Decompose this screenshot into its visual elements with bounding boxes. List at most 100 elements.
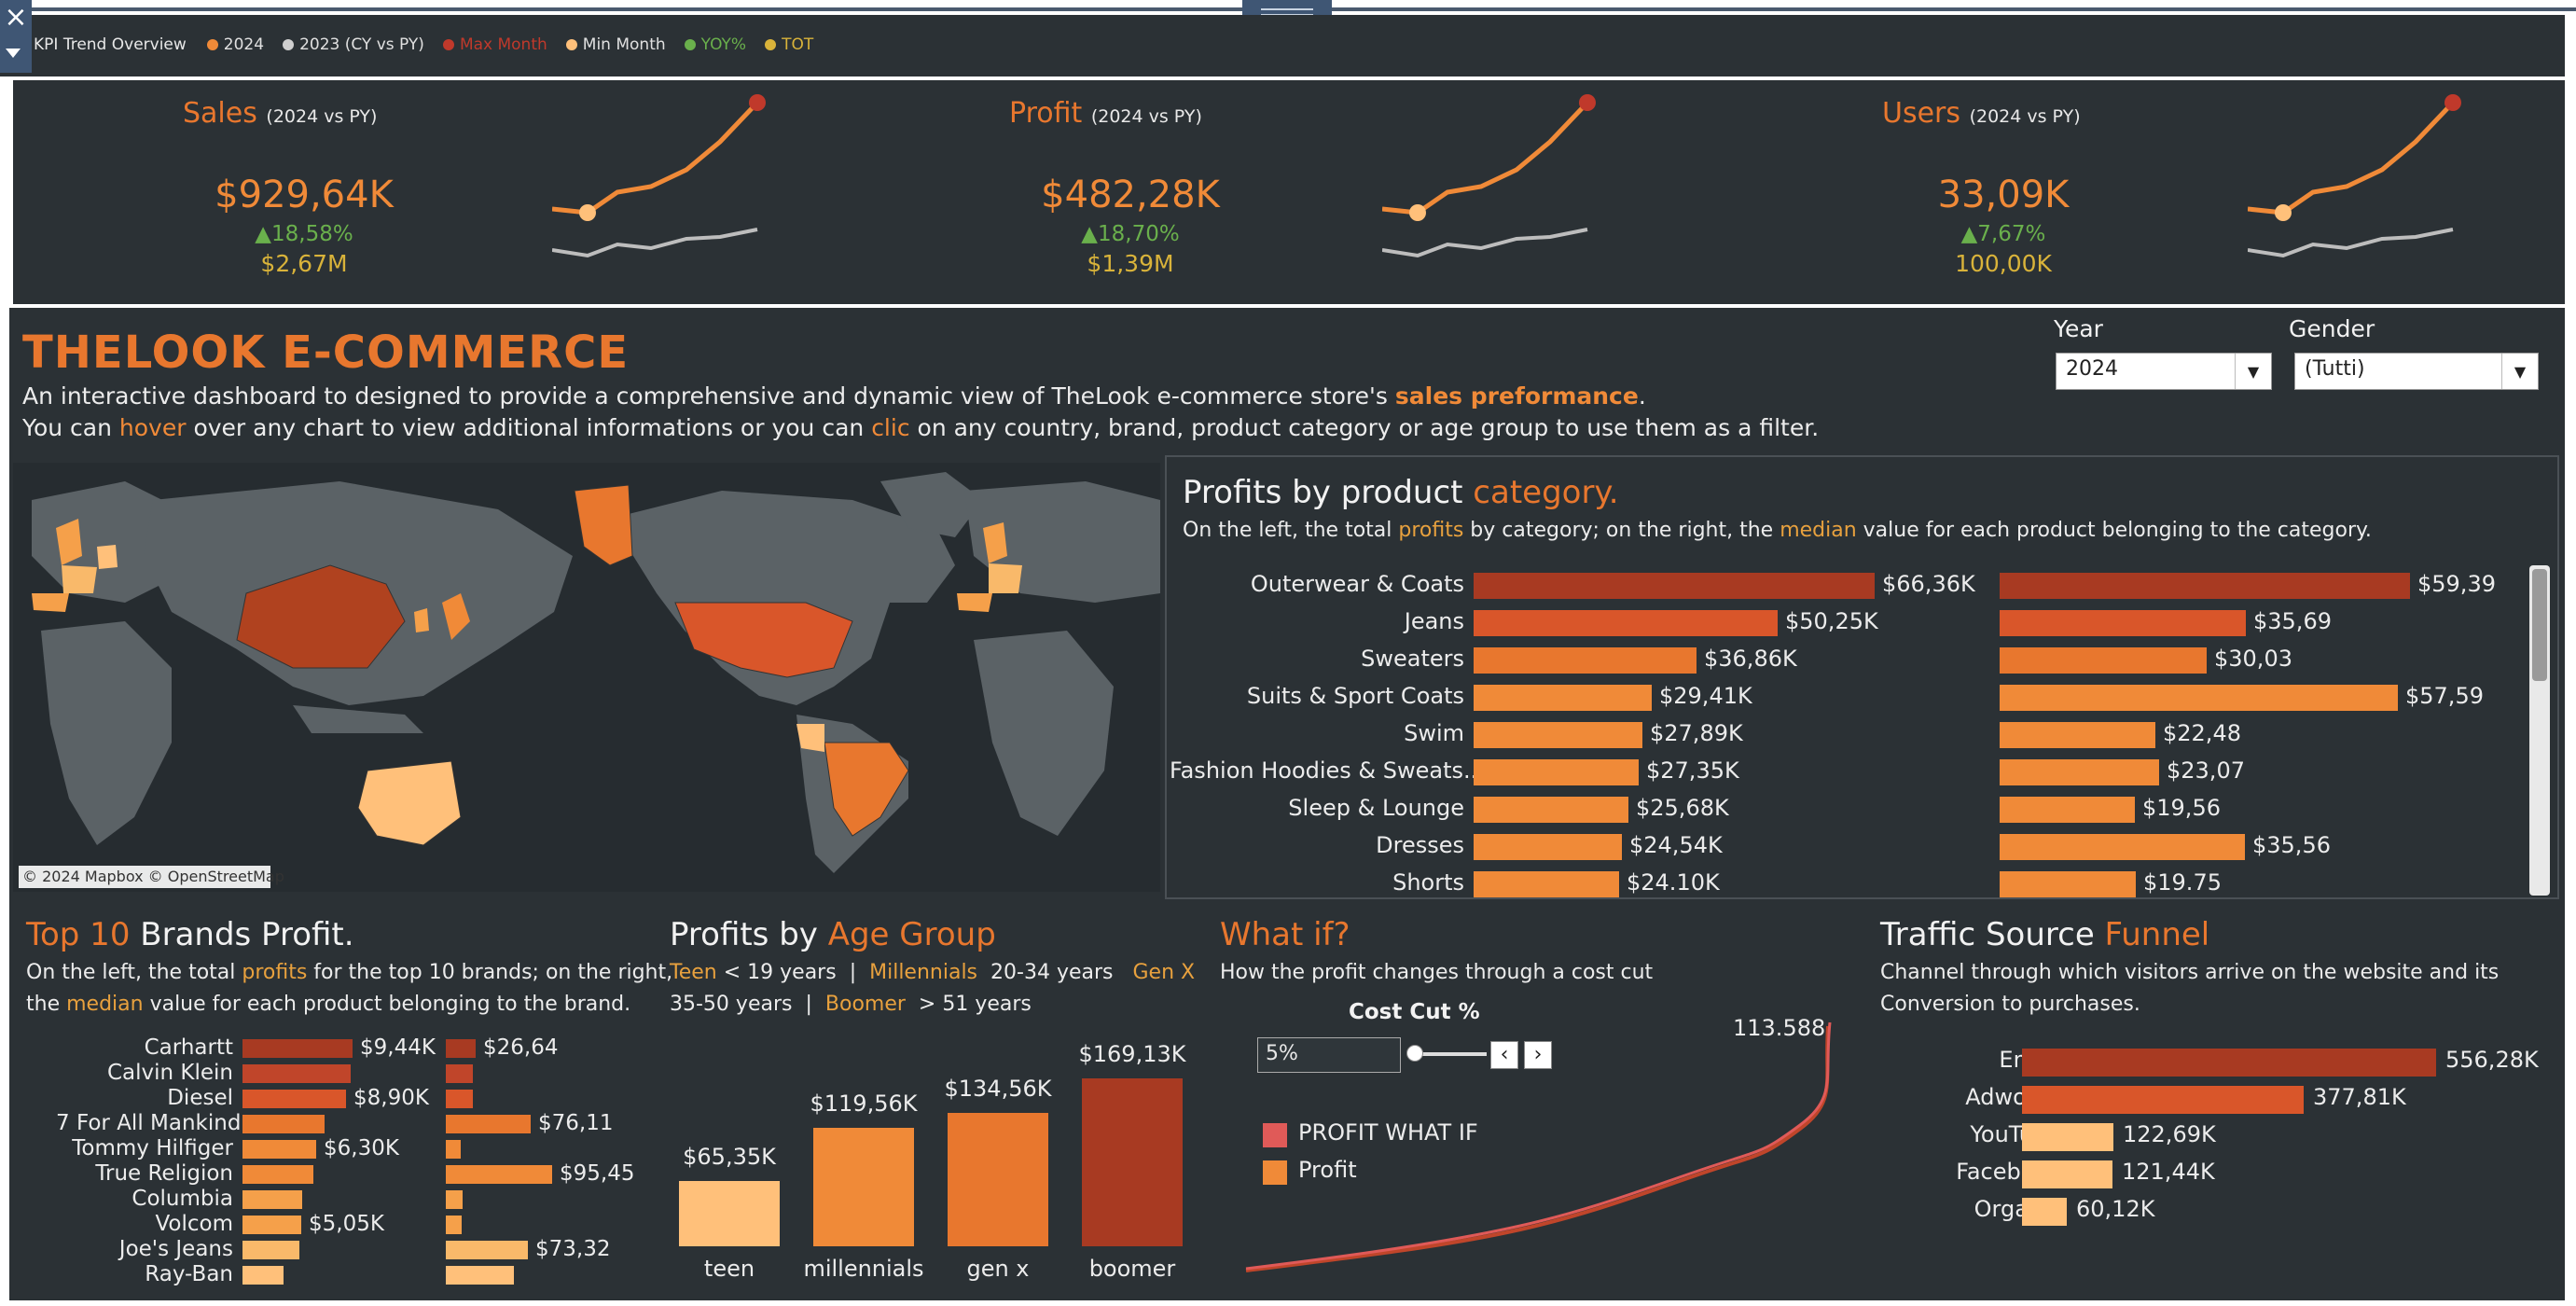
category-name[interactable]: Swim — [1170, 720, 1464, 746]
close-panel[interactable]: × — [0, 0, 32, 73]
age-bar-millennials[interactable] — [813, 1128, 914, 1246]
brand-name[interactable]: Diesel — [56, 1086, 233, 1110]
brand-name[interactable]: Calvin Klein — [56, 1061, 233, 1085]
category-name[interactable]: Fashion Hoodies & Sweats.. — [1170, 757, 1477, 784]
category-median-bar[interactable] — [2000, 722, 2155, 748]
kpi-sparkline[interactable] — [1382, 90, 1625, 267]
category-median-bar[interactable] — [2000, 871, 2136, 897]
category-name[interactable]: Sleep & Lounge — [1170, 795, 1464, 821]
legend-item[interactable]: Min Month — [565, 35, 666, 54]
brand-median-bar[interactable] — [446, 1266, 514, 1285]
brand-total-bar[interactable] — [242, 1266, 284, 1285]
funnel-bar[interactable] — [2022, 1086, 2304, 1114]
brand-median-bar[interactable] — [446, 1241, 528, 1259]
brand-median-bar[interactable] — [446, 1090, 473, 1108]
category-total-bar[interactable] — [1474, 610, 1778, 636]
legend-item[interactable]: 2023 (CY vs PY) — [283, 35, 424, 54]
map-country-spain-right[interactable] — [957, 593, 992, 612]
legend-item[interactable]: YOY% — [684, 35, 746, 54]
brand-total-bar[interactable] — [242, 1165, 313, 1184]
category-total-bar[interactable] — [1474, 759, 1639, 785]
brand-median-bar[interactable] — [446, 1140, 461, 1159]
brand-name[interactable]: Joe's Jeans — [56, 1237, 233, 1261]
brand-median-bar[interactable] — [446, 1064, 473, 1083]
age-bar-teen[interactable] — [679, 1181, 780, 1246]
brand-median-bar[interactable] — [446, 1190, 463, 1209]
category-total-bar[interactable] — [1474, 647, 1697, 674]
whatif-line-chart[interactable] — [1240, 1007, 1837, 1287]
brand-name[interactable]: 7 For All Mankind — [56, 1111, 241, 1135]
legend-item[interactable]: TOT — [765, 35, 813, 54]
kpi-sparkline[interactable] — [552, 90, 795, 267]
legend-item[interactable]: Max Month — [442, 35, 547, 54]
brand-total-label: $5,05K — [309, 1212, 384, 1236]
category-total-bar[interactable] — [1474, 871, 1619, 897]
category-median-bar[interactable] — [2000, 685, 2398, 711]
category-name[interactable]: Outerwear & Coats — [1170, 571, 1464, 597]
category-median-bar[interactable] — [2000, 834, 2245, 860]
category-total-bar[interactable] — [1474, 573, 1875, 599]
gender-dropdown[interactable]: (Tutti) ▼ — [2294, 353, 2539, 390]
kpi-yoy: ▲7,67% — [1960, 222, 2046, 246]
brand-median-bar[interactable] — [446, 1039, 476, 1058]
category-name[interactable]: Jeans — [1170, 608, 1464, 634]
age-bar-gen-x[interactable] — [948, 1113, 1048, 1246]
map-country-spain[interactable] — [32, 593, 69, 612]
category-name[interactable]: Shorts — [1170, 869, 1464, 896]
brand-name[interactable]: Ray-Ban — [56, 1262, 233, 1286]
funnel-bar[interactable] — [2022, 1123, 2113, 1151]
age-bar-boomer[interactable] — [1082, 1078, 1183, 1246]
category-name[interactable]: Sweaters — [1170, 646, 1464, 672]
category-median-bar[interactable] — [2000, 647, 2207, 674]
brand-name[interactable]: Columbia — [56, 1187, 233, 1211]
brand-median-label: $73,32 — [535, 1237, 611, 1261]
brand-name[interactable]: Tommy Hilfiger — [56, 1136, 233, 1160]
category-median-bar[interactable] — [2000, 573, 2410, 599]
brand-median-bar[interactable] — [446, 1165, 552, 1184]
caret-down-icon[interactable] — [6, 49, 21, 58]
category-name[interactable]: Dresses — [1170, 832, 1464, 858]
world-map[interactable] — [13, 463, 1160, 892]
brand-total-bar[interactable] — [242, 1216, 301, 1234]
kpi-sparkline[interactable] — [2248, 90, 2490, 267]
close-icon[interactable]: × — [4, 4, 28, 32]
map-country-germany[interactable] — [97, 545, 118, 569]
brand-name[interactable]: Carhartt — [56, 1035, 233, 1060]
category-total-bar[interactable] — [1474, 834, 1622, 860]
brand-median-bar[interactable] — [446, 1115, 531, 1133]
category-median-bar[interactable] — [2000, 610, 2246, 636]
brand-name[interactable]: True Religion — [56, 1161, 233, 1186]
chevron-down-icon[interactable]: ▼ — [2235, 354, 2271, 389]
brand-total-bar[interactable] — [242, 1039, 353, 1058]
brand-total-bar[interactable] — [242, 1090, 346, 1108]
funnel-bar[interactable] — [2022, 1049, 2436, 1077]
chevron-down-icon[interactable]: ▼ — [2501, 354, 2538, 389]
brand-total-bar[interactable] — [242, 1064, 351, 1083]
sparkline-prior-year — [1382, 228, 1588, 258]
category-name[interactable]: Suits & Sport Coats — [1170, 683, 1464, 709]
brand-total-bar[interactable] — [242, 1140, 316, 1159]
category-total-label: $27,89K — [1650, 720, 1743, 746]
category-median-bar[interactable] — [2000, 797, 2135, 823]
category-total-label: $66,36K — [1882, 571, 1975, 597]
funnel-bar[interactable] — [2022, 1160, 2112, 1188]
brand-median-bar[interactable] — [446, 1216, 462, 1234]
category-scrollbar-thumb[interactable] — [2532, 569, 2547, 681]
min-month-marker — [2275, 204, 2292, 221]
legend-item[interactable]: 2024 — [206, 35, 264, 54]
category-total-bar[interactable] — [1474, 797, 1628, 823]
brand-total-bar[interactable] — [242, 1190, 302, 1209]
category-scrollbar[interactable] — [2529, 565, 2550, 896]
category-median-bar[interactable] — [2000, 759, 2159, 785]
category-total-bar[interactable] — [1474, 685, 1652, 711]
map-country-korea[interactable] — [414, 608, 429, 632]
funnel-bar[interactable] — [2022, 1198, 2067, 1226]
category-total-bar[interactable] — [1474, 722, 1642, 748]
brand-total-bar[interactable] — [242, 1115, 325, 1133]
year-dropdown-value: 2024 — [2066, 357, 2118, 381]
map-country-france-right[interactable] — [989, 563, 1022, 593]
brand-name[interactable]: Volcom — [56, 1212, 233, 1236]
year-dropdown[interactable]: 2024 ▼ — [2056, 353, 2272, 390]
brand-total-bar[interactable] — [242, 1241, 299, 1259]
map-country-france[interactable] — [62, 565, 97, 593]
